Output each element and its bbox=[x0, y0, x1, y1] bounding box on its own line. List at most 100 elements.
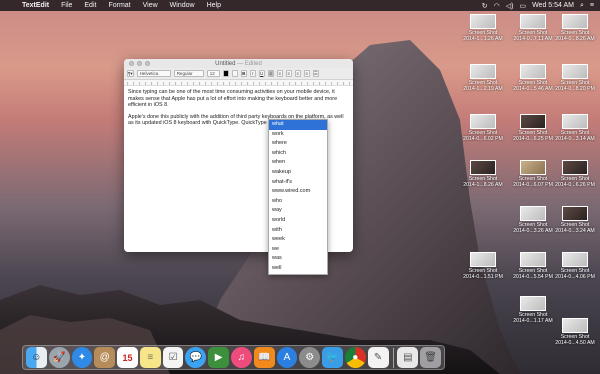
autocomplete-item[interactable]: wakeup bbox=[269, 168, 327, 178]
menu-app[interactable]: TextEdit bbox=[16, 2, 55, 9]
documents-icon[interactable]: ▤ bbox=[397, 347, 419, 368]
file-thumbnail bbox=[520, 64, 546, 79]
file-thumbnail bbox=[520, 160, 546, 175]
desktop-file-icon[interactable]: Screen Shot 2014-0...4.06 PM bbox=[550, 252, 600, 280]
desktop-file-icon[interactable]: Screen Shot 2014-1...2.19 AM bbox=[458, 64, 508, 92]
messages-icon[interactable]: 💬 bbox=[185, 347, 207, 368]
font-style-select[interactable]: Regular bbox=[173, 70, 204, 77]
clock[interactable]: Wed 5:54 AM bbox=[532, 2, 574, 9]
align-center-button[interactable]: ≡ bbox=[276, 70, 283, 77]
desktop-file-icon[interactable]: Screen Shot 2014-0...1.51 PM bbox=[458, 252, 508, 280]
search-icon[interactable]: ⌕ bbox=[580, 2, 584, 10]
highlight-color-well[interactable] bbox=[231, 70, 238, 77]
autocomplete-item[interactable]: work bbox=[269, 130, 327, 140]
autocomplete-item[interactable]: when bbox=[269, 158, 327, 168]
file-thumbnail bbox=[562, 160, 588, 175]
align-left-button[interactable]: ≡ bbox=[267, 70, 274, 77]
launchpad-icon[interactable]: 🚀 bbox=[48, 347, 70, 368]
desktop-file-icon[interactable]: Screen Shot 2014-0...8.20 PM bbox=[550, 64, 600, 92]
sync-icon[interactable]: ↻ bbox=[482, 2, 488, 10]
twitter-icon[interactable]: 🐦 bbox=[322, 347, 343, 368]
line-spacing-button[interactable]: ≡ bbox=[303, 70, 310, 77]
autocomplete-item[interactable]: was bbox=[269, 254, 327, 264]
autocomplete-item[interactable]: who bbox=[269, 197, 327, 207]
file-thumbnail bbox=[470, 114, 496, 129]
facetime-icon[interactable]: ▶ bbox=[208, 347, 230, 368]
chrome-icon[interactable]: ● bbox=[344, 347, 366, 368]
desktop-file-icon[interactable]: Screen Shot 2014-1...8.26 AM bbox=[458, 160, 508, 188]
contacts-icon[interactable]: @ bbox=[94, 347, 116, 368]
finder-icon[interactable]: ☺ bbox=[26, 347, 47, 368]
file-thumbnail bbox=[520, 14, 546, 29]
safari-icon[interactable]: ✦ bbox=[71, 347, 93, 368]
autocomplete-item[interactable]: www.wired.com bbox=[269, 187, 327, 197]
file-thumbnail bbox=[470, 14, 496, 29]
file-thumbnail bbox=[562, 64, 588, 79]
align-right-button[interactable]: ≡ bbox=[285, 70, 292, 77]
trash-icon[interactable]: 🗑 bbox=[420, 347, 442, 368]
autocomplete-list: what work where which when wakeup what-i… bbox=[268, 119, 328, 275]
title-bar[interactable]: Untitled — Edited bbox=[124, 59, 353, 68]
autocomplete-item[interactable]: we bbox=[269, 245, 327, 255]
paragraph-style-button[interactable]: ¶▾ bbox=[127, 70, 134, 77]
ibooks-icon[interactable]: 📖 bbox=[253, 347, 275, 368]
battery-icon[interactable]: ▭ bbox=[519, 2, 526, 10]
itunes-icon[interactable]: ♫ bbox=[231, 347, 252, 368]
edited-state: — Edited bbox=[237, 60, 262, 67]
autocomplete-item[interactable]: which bbox=[269, 149, 327, 159]
text-color-well[interactable] bbox=[222, 70, 229, 77]
notification-center-icon[interactable]: ≡ bbox=[590, 2, 594, 9]
reminders-icon[interactable]: ☑ bbox=[162, 347, 184, 368]
notes-icon[interactable]: ≡ bbox=[139, 347, 161, 368]
menu-format[interactable]: Format bbox=[102, 2, 136, 9]
desktop-file-icon[interactable]: Screen Shot 2014-0...6.02 PM bbox=[458, 114, 508, 142]
underline-button[interactable]: U bbox=[258, 70, 265, 77]
appstore-icon[interactable]: A bbox=[276, 347, 298, 368]
document-name: Untitled bbox=[215, 60, 236, 67]
desktop-file-icon[interactable]: Screen Shot 2014-1...1.26 AM bbox=[458, 14, 508, 42]
system-preferences-icon[interactable]: ⚙ bbox=[299, 347, 321, 368]
file-thumbnail bbox=[562, 206, 588, 221]
autocomplete-item[interactable]: way bbox=[269, 206, 327, 216]
desktop-file-icon[interactable]: Screen Shot 2014-0...3.24 AM bbox=[550, 206, 600, 234]
textedit-icon[interactable]: ✎ bbox=[367, 347, 389, 368]
file-thumbnail bbox=[470, 64, 496, 79]
autocomplete-item[interactable]: where bbox=[269, 139, 327, 149]
bold-button[interactable]: B bbox=[240, 70, 247, 77]
align-justify-button[interactable]: ≡ bbox=[294, 70, 301, 77]
calendar-icon[interactable]: 15 bbox=[117, 347, 138, 368]
font-family-select[interactable]: Helvetica bbox=[136, 70, 171, 77]
autocomplete-item[interactable]: week bbox=[269, 235, 327, 245]
font-size-field[interactable]: 12 bbox=[206, 70, 220, 77]
menu-view[interactable]: View bbox=[137, 2, 164, 9]
desktop-file-icon[interactable]: Screen Shot 2014-0...6.26 PM bbox=[550, 160, 600, 188]
autocomplete-item[interactable]: what-if's bbox=[269, 178, 327, 188]
status-area: ↻ ◠ ◁) ▭ Wed 5:54 AM ⌕ ≡ bbox=[482, 2, 600, 10]
paragraph: Since typing can be one of the most time… bbox=[128, 89, 338, 108]
menu-bar: TextEdit File Edit Format View Window He… bbox=[0, 0, 600, 11]
window-title: Untitled — Edited bbox=[124, 61, 353, 67]
ruler[interactable] bbox=[124, 80, 353, 86]
file-thumbnail bbox=[520, 296, 546, 311]
desktop-file-icon[interactable]: Screen Shot 2014-0...3.14 AM bbox=[550, 114, 600, 142]
file-thumbnail bbox=[562, 114, 588, 129]
menu-window[interactable]: Window bbox=[164, 2, 201, 9]
file-thumbnail bbox=[520, 252, 546, 267]
file-thumbnail bbox=[562, 318, 588, 333]
desktop-file-icon[interactable]: Screen Shot 2014-0...8.26 AM bbox=[550, 14, 600, 42]
volume-icon[interactable]: ◁) bbox=[506, 2, 514, 10]
list-button[interactable]: ☰ bbox=[312, 70, 319, 77]
menu-file[interactable]: File bbox=[55, 2, 78, 9]
file-thumbnail bbox=[562, 252, 588, 267]
italic-button[interactable]: I bbox=[249, 70, 256, 77]
desktop-file-icon[interactable]: Screen Shot 2014-0...4.50 AM bbox=[550, 318, 600, 346]
autocomplete-item[interactable]: with bbox=[269, 226, 327, 236]
menu-help[interactable]: Help bbox=[201, 2, 227, 9]
autocomplete-item[interactable]: world bbox=[269, 216, 327, 226]
file-thumbnail bbox=[470, 252, 496, 267]
autocomplete-item[interactable]: what bbox=[269, 120, 327, 130]
wifi-icon[interactable]: ◠ bbox=[494, 2, 500, 10]
dock-separator bbox=[392, 347, 394, 368]
autocomplete-item[interactable]: well bbox=[269, 264, 327, 274]
menu-edit[interactable]: Edit bbox=[78, 2, 102, 9]
